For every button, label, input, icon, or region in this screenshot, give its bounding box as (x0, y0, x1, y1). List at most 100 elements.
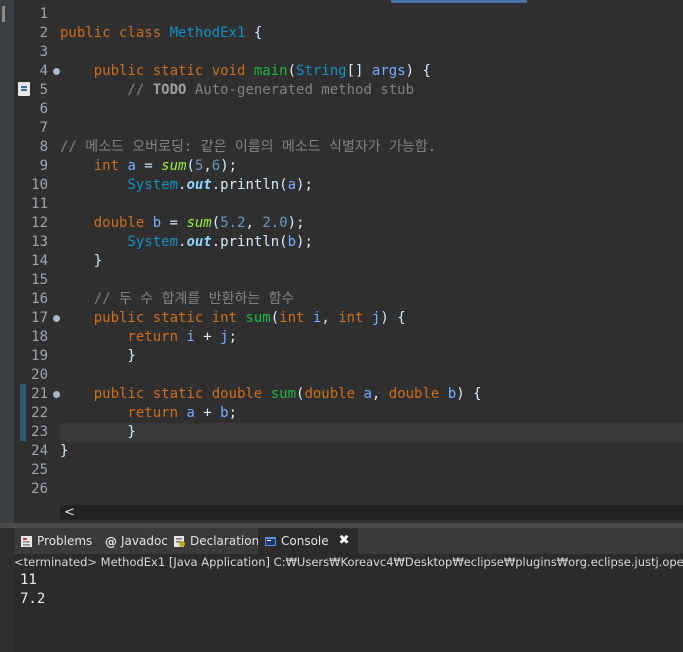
code-token: = (135, 158, 162, 174)
code-token: System (127, 234, 179, 250)
code-line[interactable]: // 두 수 합계를 반환하는 함수 (60, 290, 683, 309)
code-line[interactable] (60, 100, 683, 119)
code-token: 2.0 (262, 215, 288, 231)
code-token: a (363, 386, 372, 402)
code-line[interactable]: // 메소드 오버로딩: 같은 이름의 메소드 식별자가 가능함. (60, 138, 683, 157)
line-number: 14 (31, 253, 48, 269)
horizontal-scrollbar[interactable]: < (60, 505, 683, 520)
tab-problems-label: Problems (37, 534, 93, 548)
code-token: ( (270, 310, 280, 326)
close-icon[interactable]: ✖ (339, 528, 350, 554)
code-line[interactable] (60, 43, 683, 62)
code-token: + (194, 405, 221, 421)
tab-declaration[interactable]: Declaration (173, 528, 259, 554)
line-number: 3 (39, 44, 48, 60)
code-token: main (253, 63, 288, 79)
code-token: ); (296, 177, 313, 193)
code-line[interactable] (60, 271, 683, 290)
line-number: 16 (31, 291, 48, 307)
line-number: 23 (31, 424, 48, 440)
code-line[interactable]: // TODO Auto-generated method stub (60, 81, 683, 100)
line-number-gutter[interactable]: 1 2 3 4 5 6 7 8 9 10 11 12 13 14 15 16 17 18 19 20 21 22 23 24 2… (14, 5, 60, 499)
code-line[interactable]: System.out.println(b); (60, 233, 683, 252)
code-token: int (338, 310, 372, 326)
code-line[interactable]: } (60, 423, 683, 442)
code-token: , (203, 158, 212, 174)
code-token: b (287, 234, 297, 250)
code-token: Auto-generated method stub (186, 82, 415, 98)
code-token: b (220, 405, 229, 421)
line-number: 11 (31, 196, 48, 212)
code-token: .println( (211, 234, 288, 250)
console-output[interactable]: 11 7.2 (14, 571, 683, 652)
scroll-left-arrow-icon[interactable]: < (64, 505, 75, 520)
code-line[interactable]: System.out.println(a); (60, 176, 683, 195)
code-token: a (287, 177, 297, 193)
line-number: 2 (39, 25, 48, 41)
code-token: return (60, 329, 187, 345)
code-token: // 두 수 합계를 반환하는 함수 (60, 291, 295, 307)
code-line[interactable]: public static void main(String[] args) { (60, 62, 683, 81)
code-token: System (127, 177, 179, 193)
code-token: String (296, 63, 347, 79)
code-line[interactable] (60, 119, 683, 138)
code-token: ( (186, 158, 195, 174)
fold-collapse-icon[interactable] (53, 391, 60, 398)
code-token: ( (211, 215, 221, 231)
code-line[interactable]: public class MethodEx1 { (60, 24, 683, 43)
code-token: MethodEx1 (169, 25, 246, 41)
code-line[interactable]: } (60, 252, 683, 271)
code-token: sum (161, 158, 187, 174)
code-line[interactable]: double b = sum(5.2, 2.0); (60, 214, 683, 233)
code-line[interactable] (60, 366, 683, 385)
code-line[interactable]: } (60, 347, 683, 366)
line-number: 17 (14, 309, 60, 328)
tab-console[interactable]: Console ✖ (258, 528, 358, 554)
line-number: 22 (31, 405, 48, 421)
code-token: } (60, 253, 103, 269)
fold-collapse-icon[interactable] (53, 68, 60, 75)
code-token: { (245, 25, 263, 41)
editor-tab-indicator (391, 0, 527, 3)
code-token: } (60, 443, 69, 459)
code-token: public static double (60, 386, 271, 402)
line-number: 19 (31, 348, 48, 364)
code-token: ) { (405, 63, 431, 79)
code-line[interactable] (60, 461, 683, 480)
line-number: 18 (31, 329, 48, 345)
code-token: b (447, 386, 457, 402)
code-token: , (371, 386, 389, 402)
line-number: 20 (31, 367, 48, 383)
line-number: 8 (39, 139, 48, 155)
code-token: ); (220, 158, 238, 174)
code-line[interactable]: int a = sum(5,6); (60, 157, 683, 176)
fold-collapse-icon[interactable] (53, 315, 60, 322)
code-token: } (60, 348, 136, 364)
code-line[interactable] (60, 5, 683, 24)
code-line[interactable]: } (60, 442, 683, 461)
code-line[interactable]: public static double sum(double a, doubl… (60, 385, 683, 404)
code-line[interactable]: return a + b; (60, 404, 683, 423)
console-status-line: <terminated> MethodEx1 [Java Application… (14, 554, 683, 571)
code-token: } (60, 424, 136, 440)
tab-problems[interactable]: Problems (20, 528, 92, 554)
code-token: // 메소드 오버로딩: 같은 이름의 메소드 식별자가 가능함. (60, 139, 437, 155)
left-trim-marker (2, 6, 5, 22)
code-token: , (245, 215, 263, 231)
line-number: 13 (31, 234, 48, 250)
line-number: 10 (31, 177, 48, 193)
code-token: b (152, 215, 162, 231)
code-token: ; (228, 405, 238, 421)
code-area[interactable]: public class MethodEx1 { public static v… (60, 5, 683, 499)
code-line[interactable]: return i + j; (60, 328, 683, 347)
code-editor[interactable]: 1 2 3 4 5 6 7 8 9 10 11 12 13 14 15 16 17 18 19 20 21 22 23 24 2… (14, 0, 683, 523)
code-line[interactable] (60, 480, 683, 499)
tab-javadoc[interactable]: @ Javadoc (104, 528, 168, 554)
code-line[interactable] (60, 195, 683, 214)
line-number: 5 (39, 82, 48, 98)
code-token: int (279, 310, 313, 326)
code-line[interactable]: public static int sum(int i, int j) { (60, 309, 683, 328)
line-number: 4 (14, 62, 60, 81)
